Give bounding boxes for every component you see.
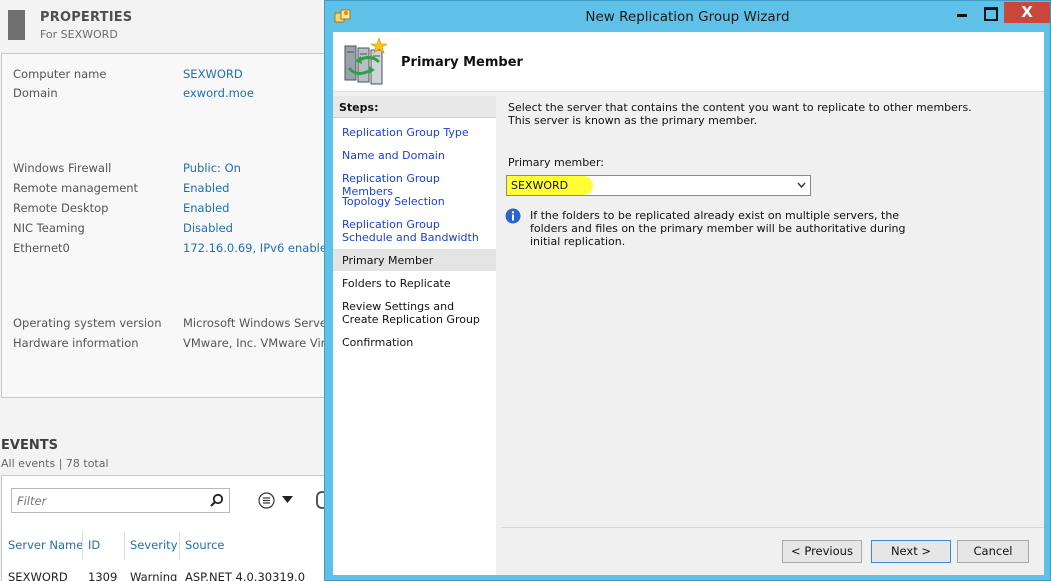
description-line-1: Select the server that contains the cont… xyxy=(508,101,972,114)
cancel-button[interactable]: Cancel xyxy=(957,540,1029,563)
prop-value-remote-management[interactable]: Enabled xyxy=(183,181,229,195)
events-title: EVENTS xyxy=(1,438,58,453)
info-icon xyxy=(505,208,521,224)
events-subtitle: All events | 78 total xyxy=(1,457,109,470)
properties-title: PROPERTIES xyxy=(40,10,133,25)
primary-member-label: Primary member: xyxy=(508,156,604,169)
server-replication-icon xyxy=(344,38,387,85)
prop-label-remote-desktop: Remote Desktop xyxy=(13,201,109,215)
step-name-and-domain[interactable]: Name and Domain xyxy=(342,149,492,162)
event-cell-severity[interactable]: Warning xyxy=(130,570,177,581)
prop-label-os-version: Operating system version xyxy=(13,316,162,330)
primary-member-select[interactable]: SEXWORD xyxy=(506,175,811,196)
events-filter-input[interactable] xyxy=(12,489,202,512)
close-icon: X xyxy=(1021,3,1033,21)
previous-button[interactable]: < Previous xyxy=(782,540,862,563)
step-confirmation: Confirmation xyxy=(342,336,414,349)
step-schedule-and-bandwidth[interactable]: Replication Group Schedule and Bandwidth xyxy=(342,218,492,244)
prop-label-ethernet0: Ethernet0 xyxy=(13,241,70,255)
primary-member-value: SEXWORD xyxy=(511,179,569,192)
column-header-source[interactable]: Source xyxy=(185,538,225,552)
wizard-title: New Replication Group Wizard xyxy=(585,9,790,25)
wizard-banner: Primary Member xyxy=(333,32,1044,92)
steps-heading: Steps: xyxy=(339,101,379,114)
next-button[interactable]: Next > xyxy=(871,540,951,563)
steps-header: Steps: xyxy=(333,96,496,118)
wizard-client-area: Primary Member Steps: Replication Group … xyxy=(333,32,1044,575)
prop-value-computer-name[interactable]: SEXWORD xyxy=(183,67,243,81)
step-folders-to-replicate: Folders to Replicate xyxy=(342,277,451,290)
wizard-footer: < Previous Next > Cancel xyxy=(501,527,1044,575)
prop-label-domain: Domain xyxy=(13,86,58,100)
prop-value-domain[interactable]: exword.moe xyxy=(183,86,254,100)
column-separator xyxy=(179,532,180,560)
prop-value-firewall[interactable]: Public: On xyxy=(183,161,241,175)
column-header-severity[interactable]: Severity xyxy=(130,538,178,552)
prop-label-computer-name: Computer name xyxy=(13,67,107,81)
properties-panel: Computer name SEXWORD Domain exword.moe … xyxy=(1,53,337,398)
prop-value-os-version: Microsoft Windows Server xyxy=(183,316,332,330)
wizard-content: Select the server that contains the cont… xyxy=(501,96,1044,526)
event-cell-id[interactable]: 1309 xyxy=(88,570,117,581)
step-replication-group-type[interactable]: Replication Group Type xyxy=(342,126,492,139)
prop-value-nic-teaming[interactable]: Disabled xyxy=(183,221,233,235)
wizard-window: New Replication Group Wizard X Primary M… xyxy=(324,0,1051,581)
prop-label-firewall: Windows Firewall xyxy=(13,161,112,175)
properties-header: PROPERTIES For SEXWORD xyxy=(0,0,325,52)
column-separator xyxy=(82,532,83,560)
prop-value-remote-desktop[interactable]: Enabled xyxy=(183,201,229,215)
events-filter-box[interactable] xyxy=(11,488,230,513)
minimize-button[interactable] xyxy=(948,2,975,23)
chevron-down-icon[interactable] xyxy=(797,182,806,189)
prop-value-ethernet0[interactable]: 172.16.0.69, IPv6 enabled xyxy=(183,241,334,255)
event-cell-source[interactable]: ASP.NET 4.0.30319.0 xyxy=(185,570,305,581)
steps-panel: Steps: Replication Group Type Name and D… xyxy=(333,96,496,575)
step-review-settings: Review Settings and Create Replication G… xyxy=(342,300,480,326)
wizard-title-bar[interactable]: New Replication Group Wizard X xyxy=(325,1,1050,32)
page-description: Select the server that contains the cont… xyxy=(508,101,972,127)
properties-subtitle: For SEXWORD xyxy=(40,28,118,41)
list-options-icon[interactable] xyxy=(258,492,275,509)
prop-label-remote-management: Remote management xyxy=(13,181,139,195)
chevron-down-icon[interactable] xyxy=(282,496,293,504)
event-cell-server[interactable]: SEXWORD xyxy=(8,570,68,581)
step-primary-member: Primary Member xyxy=(333,249,496,271)
info-message: If the folders to be replicated already … xyxy=(530,209,906,248)
description-line-2: This server is known as the primary memb… xyxy=(508,114,758,127)
properties-tile-icon xyxy=(8,10,25,40)
search-icon[interactable] xyxy=(209,493,224,508)
prop-label-nic-teaming: NIC Teaming xyxy=(13,221,85,235)
column-header-server-name[interactable]: Server Name xyxy=(8,538,83,552)
prop-label-hardware: Hardware information xyxy=(13,336,139,350)
column-header-id[interactable]: ID xyxy=(88,538,100,552)
step-topology-selection[interactable]: Topology Selection xyxy=(342,195,492,208)
column-separator xyxy=(124,532,125,560)
maximize-button[interactable] xyxy=(976,2,1003,23)
close-button[interactable]: X xyxy=(1004,2,1050,23)
wizard-page-title: Primary Member xyxy=(401,55,523,70)
prop-value-hardware: VMware, Inc. VMware Virtu xyxy=(183,336,338,350)
